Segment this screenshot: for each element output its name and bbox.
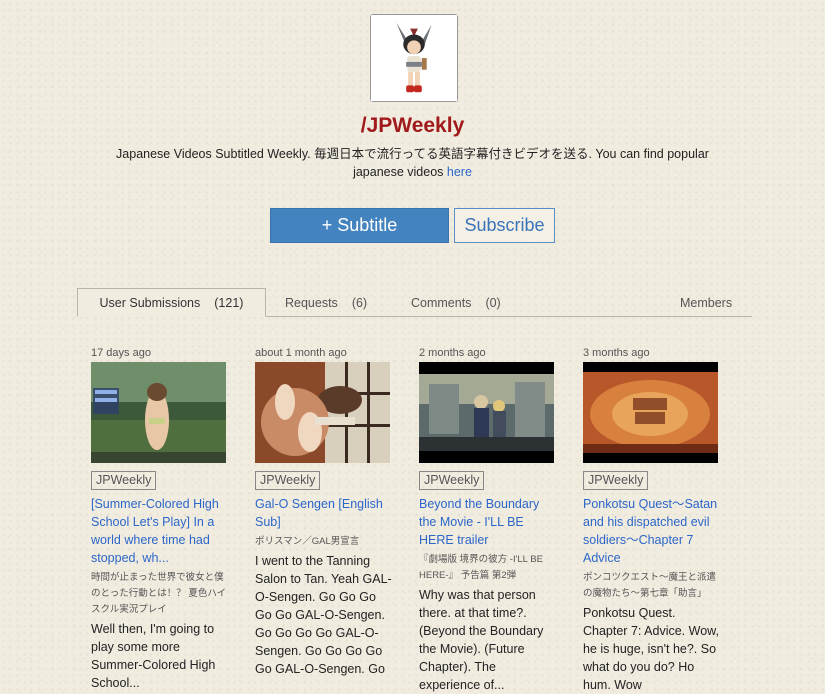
- submitted-time: about 1 month ago: [255, 347, 347, 359]
- add-subtitle-button[interactable]: + Subtitle: [270, 208, 449, 243]
- original-title: 『劇場版 境界の彼方 -I'LL BE HERE-』 予告篇 第2弾: [419, 554, 543, 581]
- channel-description-text: Japanese Videos Subtitled Weekly. 毎週日本で流…: [116, 147, 709, 179]
- original-title: 時間が止まった世界で彼女と僕のとった行動とは！？ 夏色ハイスクル実況プレイ: [91, 572, 227, 615]
- tab-count: (121): [214, 295, 244, 310]
- video-thumbnail[interactable]: [255, 362, 390, 463]
- tab-count: (6): [351, 295, 368, 310]
- submission-title-link[interactable]: Beyond the Boundary the Movie - I'LL BE …: [419, 495, 559, 549]
- tab-members[interactable]: Members: [680, 288, 732, 317]
- channel-badge[interactable]: JPWeekly: [583, 471, 649, 490]
- video-thumbnail[interactable]: [583, 362, 718, 463]
- channel-badge[interactable]: JPWeekly: [419, 471, 485, 490]
- tab-count: (0): [485, 295, 501, 310]
- submission-excerpt: I went to the Tanning Salon to Tan. Yeah…: [255, 554, 392, 676]
- channel-avatar: [370, 14, 458, 102]
- channel-badge[interactable]: JPWeekly: [255, 471, 321, 490]
- tab-label: User Submissions: [99, 295, 201, 310]
- tab-label: Members: [680, 295, 733, 310]
- submitted-time: 3 months ago: [583, 347, 650, 359]
- original-title: ポリスマン／GAL男宣言: [255, 536, 360, 547]
- channel-badge[interactable]: JPWeekly: [91, 471, 157, 490]
- submission-excerpt: Why was that person there. at that time?…: [419, 588, 544, 692]
- submission-card: 3 months ago JPWeekly Ponkotsu Quest〜Sat…: [583, 346, 723, 694]
- submitted-time: 17 days ago: [91, 347, 151, 359]
- tab-requests[interactable]: Requests (6): [285, 288, 367, 317]
- submission-title-link[interactable]: Ponkotsu Quest〜Satan and his dispatched …: [583, 495, 723, 567]
- submission-title-link[interactable]: Gal-O Sengen [English Sub]: [255, 495, 395, 531]
- channel-description: Japanese Videos Subtitled Weekly. 毎週日本で流…: [100, 145, 725, 181]
- submission-card: 17 days ago JPWeekly [Summer-Colored Hig…: [91, 346, 231, 692]
- video-thumbnail[interactable]: [419, 362, 554, 463]
- submission-excerpt: Well then, I'm going to play some more S…: [91, 622, 216, 690]
- description-here-link[interactable]: here: [447, 165, 472, 179]
- tab-user-submissions[interactable]: User Submissions (121): [77, 288, 266, 317]
- subscribe-button[interactable]: Subscribe: [454, 208, 555, 243]
- video-thumbnail[interactable]: [91, 362, 226, 463]
- submitted-time: 2 months ago: [419, 347, 486, 359]
- original-title: ポンコツクエスト〜魔王と派遣の魔物たち〜第七章「助言」: [583, 572, 717, 599]
- submission-card: about 1 month ago JPWeekly Gal-O Sengen …: [255, 346, 395, 678]
- submission-title-link[interactable]: [Summer-Colored High School Let's Play] …: [91, 495, 231, 567]
- tab-label: Requests: [285, 295, 338, 310]
- tab-comments[interactable]: Comments (0): [411, 288, 501, 317]
- submission-card: 2 months ago JPWeekly Beyond the Boundar…: [419, 346, 559, 694]
- tab-label: Comments: [411, 295, 472, 310]
- avatar-character-image: [371, 15, 457, 101]
- channel-title: /JPWeekly: [360, 114, 465, 137]
- submission-excerpt: Ponkotsu Quest. Chapter 7: Advice. Wow, …: [583, 606, 719, 692]
